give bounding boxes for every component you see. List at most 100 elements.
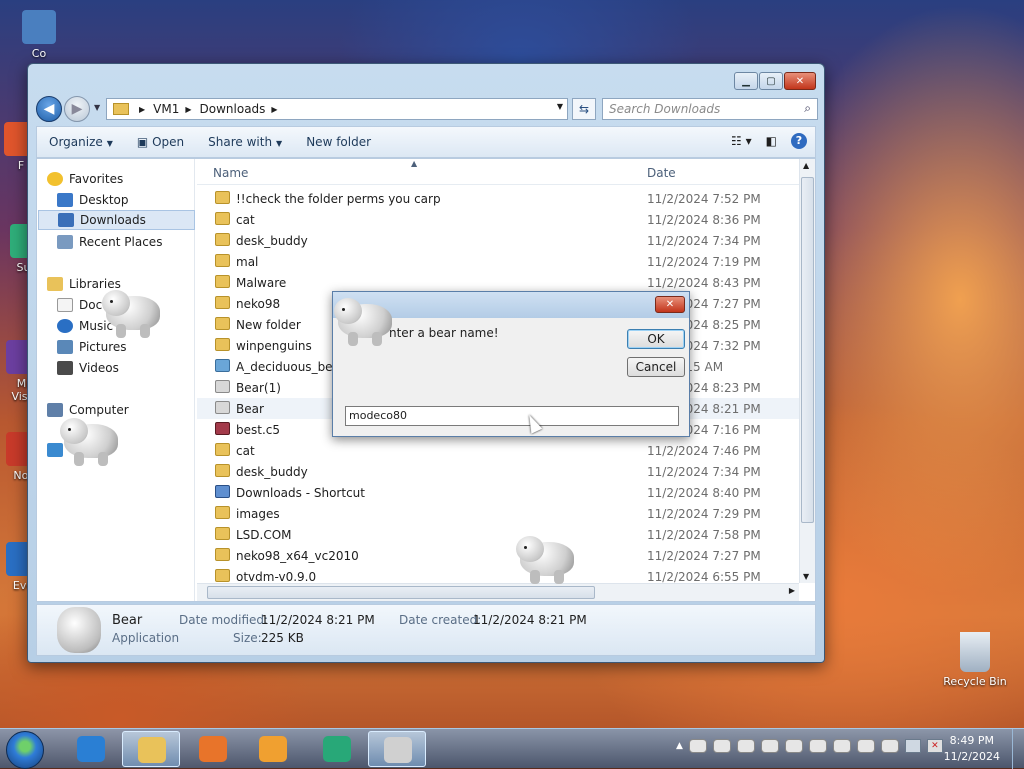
file-row[interactable]: cat 11/2/2024 8:36 PM: [197, 209, 799, 230]
network-icon[interactable]: [904, 739, 921, 753]
open-button[interactable]: ▣ Open: [125, 135, 196, 149]
nav-desktop[interactable]: Desktop: [57, 190, 194, 210]
show-desktop-button[interactable]: [1012, 729, 1024, 769]
breadcrumb-chevron-icon[interactable]: ▶: [139, 105, 145, 114]
bear-tray-icon[interactable]: [856, 739, 875, 753]
show-hidden-icons-icon[interactable]: ▲: [676, 741, 683, 751]
bear-mascot[interactable]: [334, 294, 396, 346]
file-date: 11/2/2024 6:55 PM: [647, 570, 761, 583]
bear-tray-icon[interactable]: [760, 739, 779, 753]
minimize-button[interactable]: ▁: [734, 72, 758, 90]
help-icon[interactable]: ?: [791, 133, 807, 149]
file-date: 11/2/2024 8:36 PM: [647, 213, 761, 227]
taskbar: ▲ ✕ 8:49 PM 11/2/2024: [0, 728, 1024, 769]
details-date-modified: 11/2/2024 8:21 PM: [261, 613, 375, 627]
column-date[interactable]: Date: [647, 166, 676, 180]
vertical-scrollbar[interactable]: ▲ ▼: [799, 159, 815, 583]
bear-tray-icon[interactable]: [784, 739, 803, 753]
bear-tray-icon[interactable]: [688, 739, 707, 753]
address-bar[interactable]: ▶ VM1 ▶ Downloads ▶ ▼: [106, 98, 568, 120]
taskbar-firefox-button[interactable]: [184, 731, 242, 767]
file-row[interactable]: desk_buddy 11/2/2024 7:34 PM: [197, 230, 799, 251]
close-button[interactable]: ✕: [784, 72, 816, 90]
cancel-button[interactable]: Cancel: [627, 357, 685, 377]
file-row[interactable]: !!check the folder perms you carp 11/2/20…: [197, 188, 799, 209]
nav-recent-places[interactable]: Recent Places: [57, 232, 194, 252]
bear-mascot[interactable]: [102, 286, 164, 338]
address-dropdown-icon[interactable]: ▼: [557, 102, 563, 111]
back-button[interactable]: ◀: [36, 96, 62, 122]
navigation-pane: Favorites Desktop Downloads Recent Place…: [37, 159, 195, 601]
refresh-button[interactable]: ⇆: [572, 98, 596, 120]
file-row[interactable]: Downloads - Shortcut 11/2/2024 8:40 PM: [197, 482, 799, 503]
file-row[interactable]: cat 11/2/2024 7:46 PM: [197, 440, 799, 461]
file-date: 11/2/2024 7:46 PM: [647, 444, 761, 458]
details-date-created: 11/2/2024 8:21 PM: [473, 613, 587, 627]
desktop-icon-computer[interactable]: Co: [4, 10, 74, 60]
taskbar-ie-button[interactable]: [62, 731, 120, 767]
application-icon: [215, 401, 230, 414]
vertical-scroll-thumb[interactable]: [801, 177, 814, 523]
folder-icon: [215, 569, 230, 582]
bear-name-input[interactable]: modeco80: [345, 406, 679, 426]
maximize-button[interactable]: ▢: [759, 72, 783, 90]
bear-app-icon: [57, 607, 101, 653]
folder-icon: [215, 275, 230, 288]
taskbar-clock[interactable]: 8:49 PM 11/2/2024: [944, 733, 1000, 765]
bear-mascot[interactable]: [60, 414, 122, 466]
bear-tray-icon[interactable]: [712, 739, 731, 753]
search-input[interactable]: Search Downloads ⌕: [602, 98, 818, 120]
media-icon: [259, 736, 287, 762]
file-row[interactable]: desk_buddy 11/2/2024 7:34 PM: [197, 461, 799, 482]
taskbar-bear-button[interactable]: [368, 731, 426, 767]
file-row[interactable]: LSD.COM 11/2/2024 7:58 PM: [197, 524, 799, 545]
history-dropdown-icon[interactable]: ▼: [94, 103, 100, 112]
bear-tray-icon[interactable]: [808, 739, 827, 753]
taskbar-media-button[interactable]: [244, 731, 302, 767]
bear-tray-icon[interactable]: [880, 739, 899, 753]
horizontal-scrollbar[interactable]: ▶: [197, 583, 799, 601]
file-row[interactable]: Malware 11/2/2024 8:43 PM: [197, 272, 799, 293]
breadcrumb-chevron-icon[interactable]: ▶: [271, 105, 277, 114]
start-button[interactable]: [6, 731, 44, 769]
breadcrumb-vm1[interactable]: VM1: [153, 102, 179, 116]
details-name: Bear: [112, 613, 143, 628]
forward-button[interactable]: ▶: [64, 96, 90, 122]
dialog-close-button[interactable]: ✕: [655, 296, 685, 313]
horizontal-scroll-thumb[interactable]: [207, 586, 595, 599]
bear-mascot[interactable]: [516, 532, 578, 584]
window-titlebar[interactable]: ▁ ▢ ✕: [28, 64, 824, 94]
taskbar-greenapp-button[interactable]: [308, 731, 366, 767]
file-name: desk_buddy: [236, 465, 308, 479]
preview-pane-icon[interactable]: ◧: [766, 134, 777, 148]
volume-muted-icon[interactable]: ✕: [926, 739, 943, 753]
ok-button[interactable]: OK: [627, 329, 685, 349]
new-folder-button[interactable]: New folder: [294, 135, 383, 149]
organize-button[interactable]: Organize ▼: [37, 135, 125, 149]
breadcrumb-downloads[interactable]: Downloads: [200, 102, 266, 116]
nav-pictures[interactable]: Pictures: [57, 337, 194, 357]
taskbar-explorer-button[interactable]: [122, 731, 180, 767]
bear-tray-icon[interactable]: [736, 739, 755, 753]
folder-icon: [215, 212, 230, 225]
command-bar: Organize ▼ ▣ Open Share with ▼ New folder …: [36, 126, 816, 158]
bear-tray-icon[interactable]: [832, 739, 851, 753]
desktop-icon-recycle-bin[interactable]: Recycle Bin: [940, 632, 1010, 688]
file-row[interactable]: mal 11/2/2024 7:19 PM: [197, 251, 799, 272]
breadcrumb-chevron-icon[interactable]: ▶: [185, 105, 191, 114]
share-with-button[interactable]: Share with ▼: [196, 135, 294, 149]
file-date: 11/2/2024 7:52 PM: [647, 192, 761, 206]
file-row[interactable]: images 11/2/2024 7:29 PM: [197, 503, 799, 524]
search-icon[interactable]: ⌕: [804, 101, 811, 116]
videos-icon: [57, 361, 73, 375]
view-options-icon[interactable]: ☷ ▾: [731, 134, 752, 148]
file-row[interactable]: neko98_x64_vc2010 11/2/2024 7:27 PM: [197, 545, 799, 566]
column-name[interactable]: Name: [213, 166, 248, 180]
nav-downloads[interactable]: Downloads: [38, 210, 195, 230]
nav-favorites[interactable]: Favorites: [47, 169, 204, 189]
file-date: 11/2/2024 7:58 PM: [647, 528, 761, 542]
nav-videos[interactable]: Videos: [57, 358, 194, 378]
file-date: 11/2/2024 8:43 PM: [647, 276, 761, 290]
file-row[interactable]: otvdm-v0.9.0 11/2/2024 6:55 PM: [197, 566, 799, 583]
file-date: 11/2/2024 7:27 PM: [647, 549, 761, 563]
